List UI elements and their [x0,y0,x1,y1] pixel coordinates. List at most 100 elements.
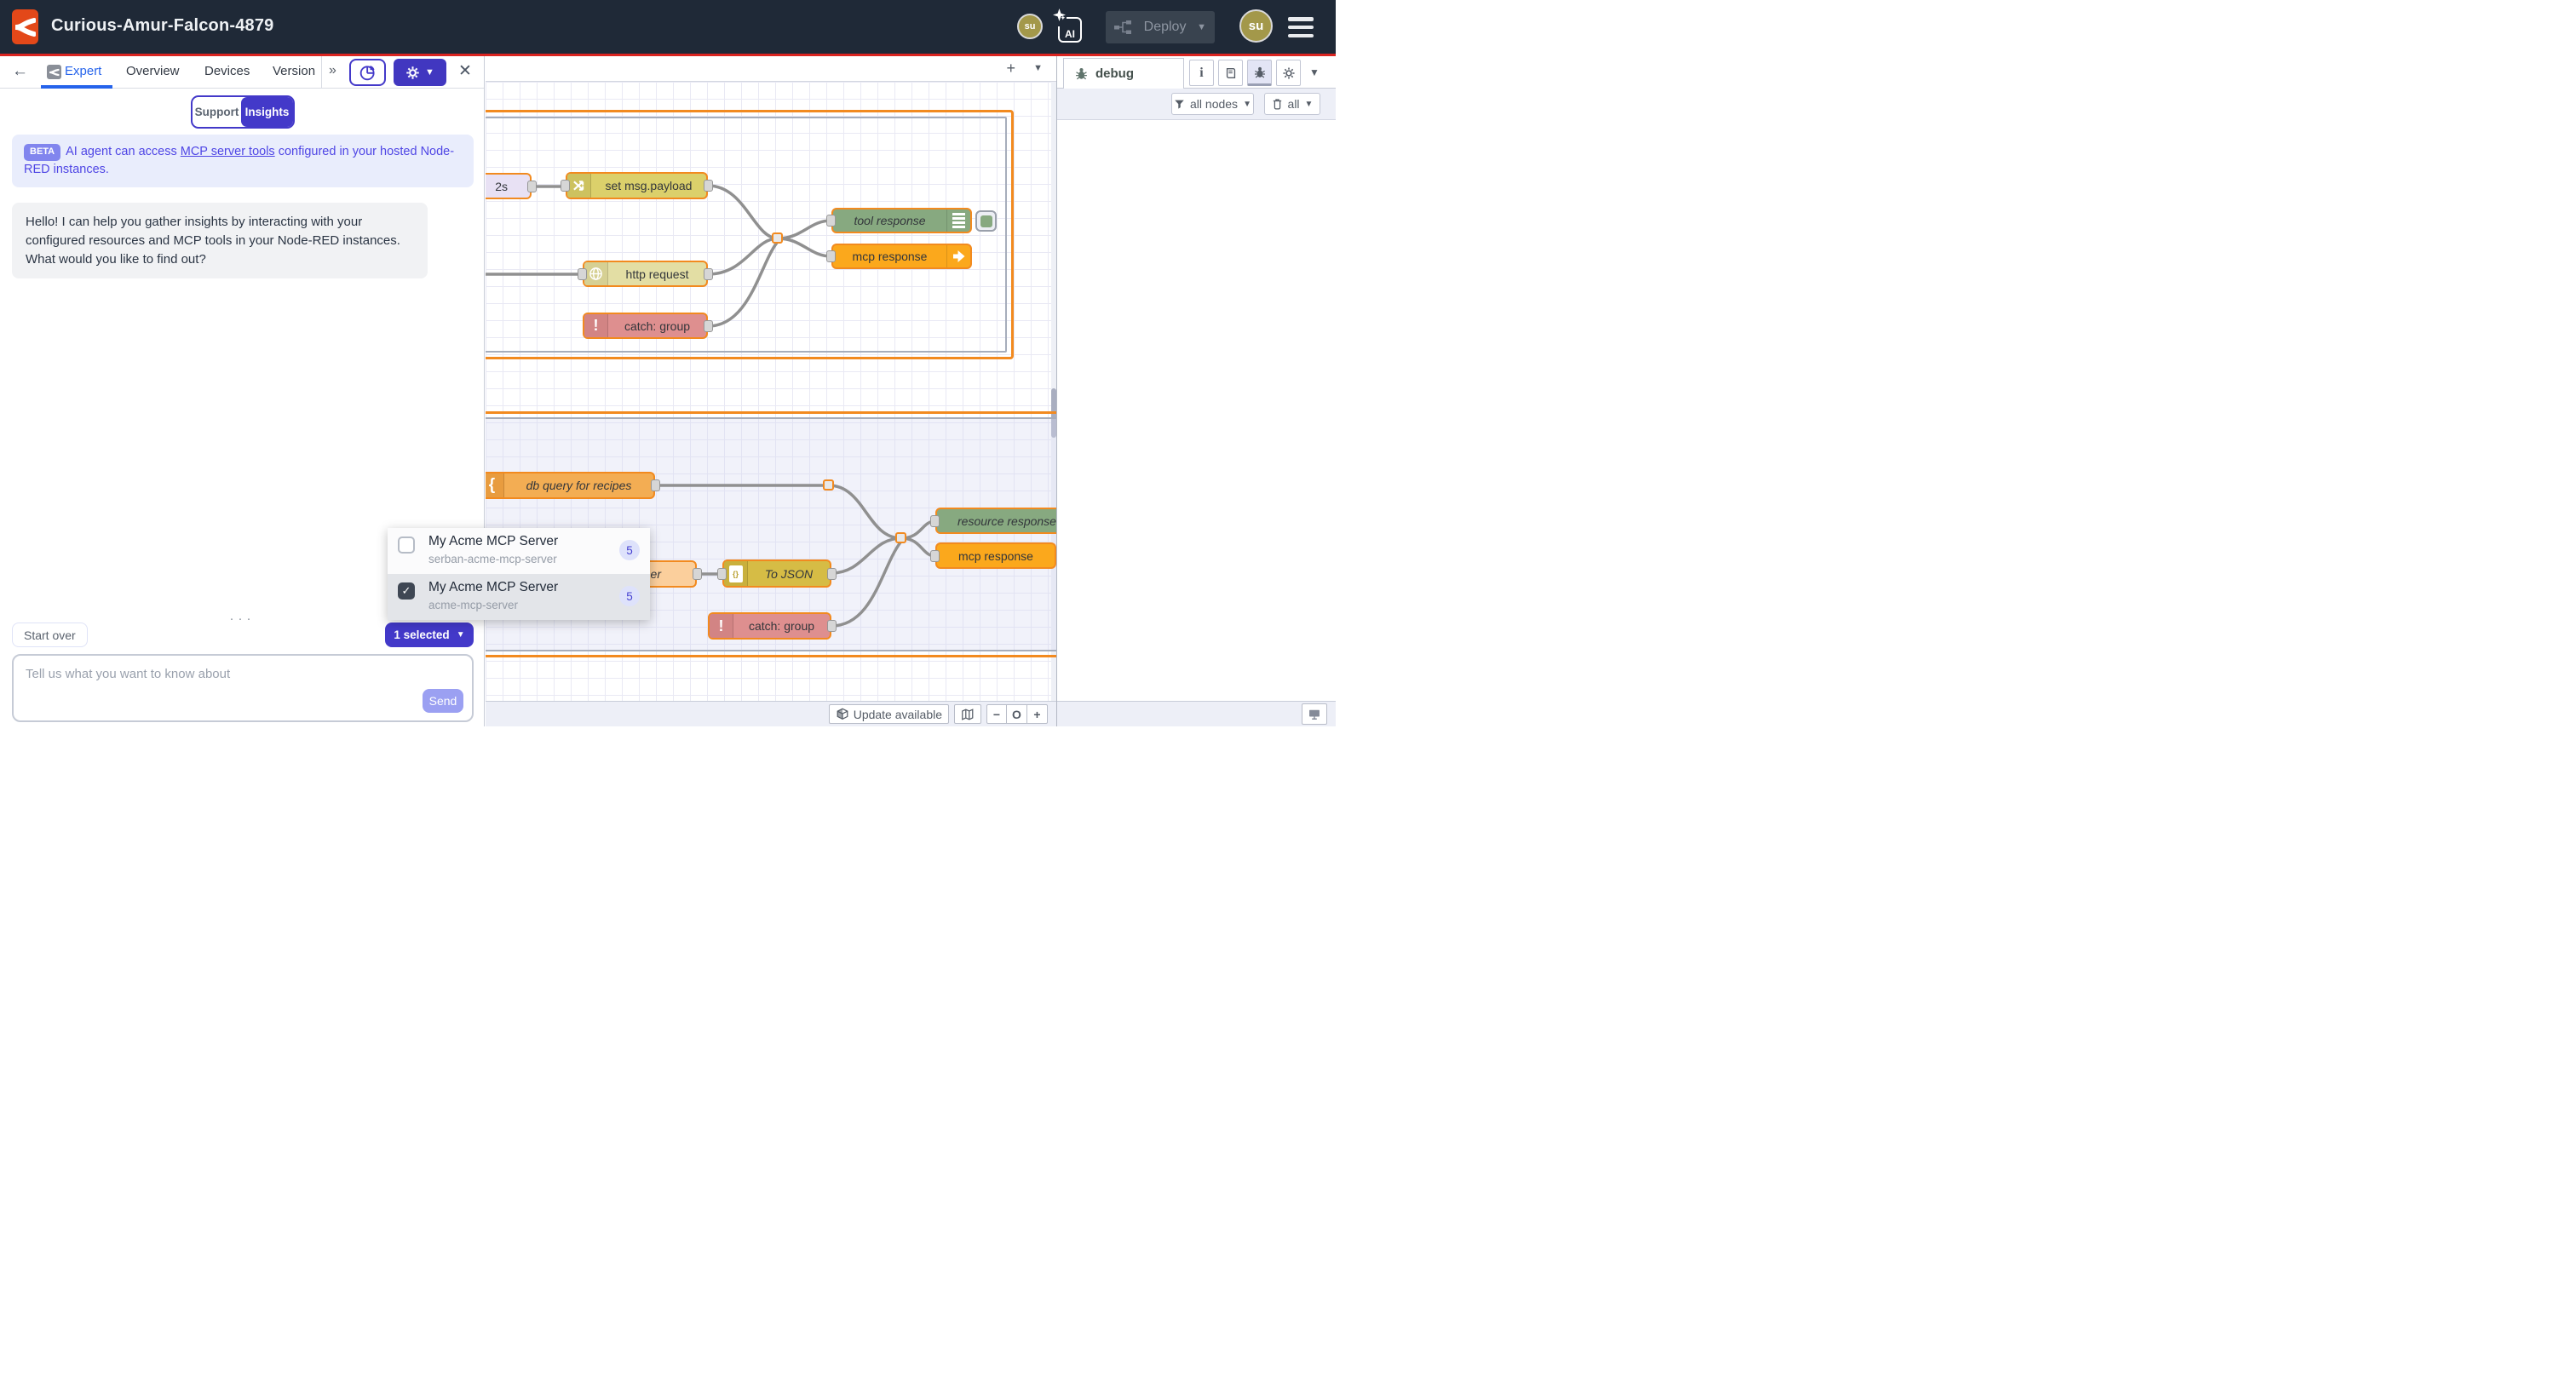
wire-junction[interactable] [823,479,834,491]
bug-icon [1074,66,1089,81]
debug-enable-toggle[interactable] [975,210,997,232]
sidebar-tabs-caret-icon[interactable]: ▼ [1309,66,1320,78]
clear-messages-dropdown[interactable]: all ▼ [1264,93,1320,115]
filter-nodes-dropdown[interactable]: all nodes ▼ [1171,93,1254,115]
toggle-insights[interactable]: Insights [241,97,293,127]
toggle-support[interactable]: Support [193,106,241,118]
node-port[interactable] [704,268,713,280]
wire-junction[interactable] [895,532,906,543]
header-divider [321,56,322,88]
node-port[interactable] [578,268,587,280]
tab-expert[interactable]: Expert [65,64,101,78]
beta-text-before: AI agent can access [66,145,181,158]
node-db-query-for-recipes[interactable]: { db query for recipes [486,472,655,499]
mcp-item-checkbox-0[interactable] [398,536,415,554]
update-available-button[interactable]: Update available [829,704,949,724]
node-port[interactable] [561,180,570,192]
node-port[interactable] [717,568,727,580]
panel-header: ← Expert Overview Devices Version » ▼ ✕ [0,56,484,89]
main-menu-icon[interactable] [1288,17,1314,37]
gear-caret-icon: ▼ [425,67,434,77]
start-over-button[interactable]: Start over [12,623,88,647]
navigator-button[interactable] [954,704,981,724]
zoom-reset-button[interactable]: O [1007,704,1027,724]
tab-overview[interactable]: Overview [126,64,180,78]
prompt-input[interactable]: Tell us what you want to know about Send [12,654,474,722]
node-debug-resource-response[interactable]: resource response [935,508,1056,534]
assistant-message: Hello! I can help you gather insights by… [12,203,428,278]
mcp-server-item[interactable]: ✓ My Acme MCP Server acme-mcp-server 5 [388,574,650,620]
deploy-button[interactable]: Deploy ▼ [1106,11,1215,43]
node-port[interactable] [527,181,537,192]
node-link-out-mcp-response-2[interactable]: mcp response [935,542,1056,569]
gear-icon [1282,66,1296,80]
book-icon [1224,66,1238,80]
usage-chart-button[interactable] [349,59,386,86]
mcp-item-checkbox-1[interactable]: ✓ [398,582,415,600]
wire-junction[interactable] [772,232,783,244]
node-delay[interactable]: 2s [486,173,532,199]
mcp-item-count-badge: 5 [619,540,640,560]
assistant-panel: ← Expert Overview Devices Version » ▼ ✕ [0,56,485,726]
selected-label: 1 selected [394,628,449,641]
deploy-nodes-icon [1114,20,1133,35]
close-panel-icon[interactable]: ✕ [458,61,472,81]
node-port[interactable] [704,180,713,192]
beta-badge: BETA [24,144,60,161]
node-http-request[interactable]: http request [583,261,708,287]
open-dashboard-button[interactable] [1302,703,1327,725]
mcp-server-item[interactable]: My Acme MCP Server serban-acme-mcp-serve… [388,528,650,574]
sidebar-tab-debug[interactable]: debug [1063,58,1184,89]
add-flow-icon[interactable]: + [1006,60,1015,77]
expert-tab-logo-icon [47,65,61,79]
active-tab-underline [41,85,112,89]
change-node-icon [567,174,591,198]
help-tab-button[interactable] [1218,60,1243,86]
zoom-in-button[interactable]: + [1027,704,1048,724]
beta-banner: BETA AI agent can access MCP server tools… [12,135,474,187]
avatar-small[interactable]: su [1017,14,1043,39]
selected-caret-icon: ▼ [457,630,465,640]
back-arrow-icon[interactable]: ← [12,62,28,81]
tab-version-history[interactable]: Version [273,64,319,78]
zoom-out-button[interactable]: − [986,704,1007,724]
mcp-item-id: acme-mcp-server [428,599,518,611]
ai-assistant-button[interactable]: AI [1056,14,1084,43]
tabs-overflow-chevron-icon[interactable]: » [329,63,336,78]
debug-filter-row: all nodes ▼ all ▼ [1057,89,1336,120]
node-port[interactable] [930,550,940,562]
node-port[interactable] [704,320,713,332]
node-port[interactable] [827,620,837,632]
node-port[interactable] [930,515,940,527]
flow-canvas[interactable]: 2s set msg.payload tool response mcp res… [486,56,1056,726]
node-debug-tool-response[interactable]: tool response [831,208,972,233]
info-tab-button[interactable]: i [1189,60,1214,86]
funnel-icon [1174,99,1185,110]
selected-servers-dropdown[interactable]: 1 selected ▼ [385,623,474,647]
flow-list-caret-icon[interactable]: ▼ [1033,63,1043,73]
deploy-caret-icon[interactable]: ▼ [1197,22,1206,32]
node-change-set-msg-payload[interactable]: set msg.payload [566,172,708,199]
node-catch-group[interactable]: ! catch: group [583,313,708,339]
node-port[interactable] [826,250,836,262]
mcp-server-tools-link[interactable]: MCP server tools [181,145,275,158]
flowfuse-logo[interactable] [12,9,38,44]
node-to-json[interactable]: {} To JSON [722,559,831,588]
user-avatar[interactable]: su [1239,9,1273,43]
node-link-out-mcp-response[interactable]: mcp response [831,244,972,269]
mode-toggle[interactable]: Support Insights [191,95,295,129]
send-button[interactable]: Send [423,689,463,713]
node-port[interactable] [826,215,836,227]
config-nodes-tab-button[interactable] [1276,60,1301,86]
prompt-placeholder: Tell us what you want to know about [26,667,230,681]
node-port[interactable] [651,479,660,491]
mcp-item-name: My Acme MCP Server [428,534,558,549]
node-port[interactable] [827,568,837,580]
deploy-label: Deploy [1140,20,1190,35]
tab-devices[interactable]: Devices [204,64,250,78]
node-catch-group-2[interactable]: ! catch: group [708,612,831,640]
debug-tab-button[interactable] [1247,60,1272,86]
debug-node-icon [946,209,970,232]
assistant-settings-button[interactable]: ▼ [394,59,446,86]
node-port[interactable] [693,568,702,580]
